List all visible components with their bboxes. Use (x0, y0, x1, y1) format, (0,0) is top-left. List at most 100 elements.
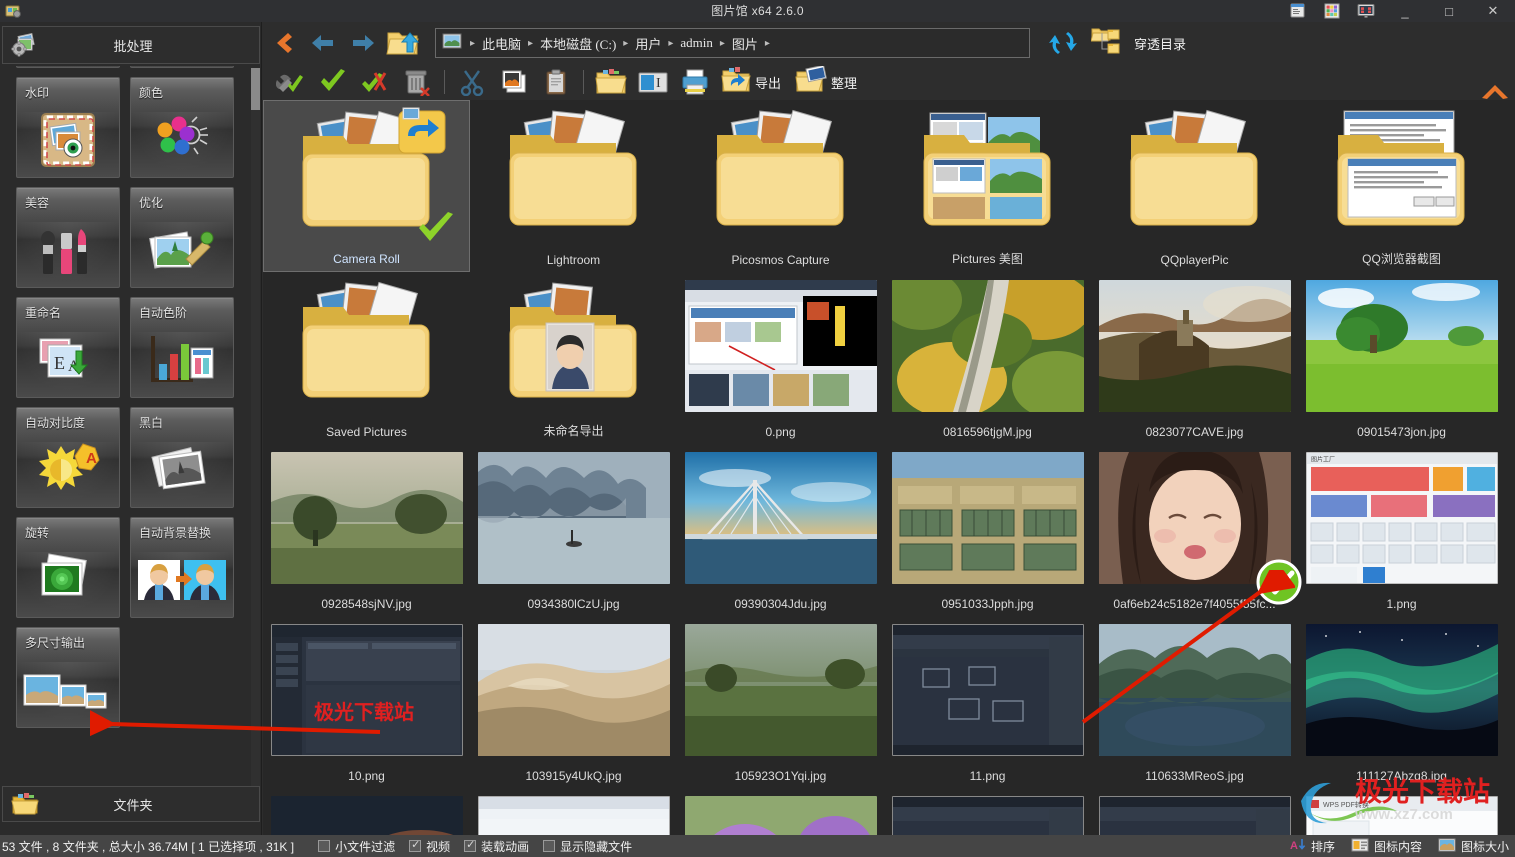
folder-section-button[interactable]: 文件夹 (2, 786, 260, 822)
grid-item-partial-2[interactable] (677, 788, 884, 835)
tool-label: 自动背景替换 (139, 526, 212, 540)
grid-item-partial-4[interactable] (1091, 788, 1298, 835)
tool-card-beauty[interactable]: 美容 (16, 187, 120, 288)
grid-item-10png[interactable]: 极光下载站 10.png (263, 616, 470, 788)
passthrough-directory-button[interactable]: 穿透目录 (1090, 28, 1186, 58)
tool-card-folder-page[interactable] (16, 66, 120, 68)
breadcrumb-item-1[interactable]: 本地磁盘 (C:) (537, 32, 619, 55)
maximize-button[interactable]: □ (1427, 0, 1471, 22)
icon-size-button[interactable]: 图标大小 (1438, 838, 1509, 855)
load-animation-checkbox[interactable]: 装载动画 (464, 838, 529, 855)
refresh-button[interactable] (1046, 27, 1080, 59)
print-button[interactable] (675, 65, 715, 99)
tool-card-auto-levels[interactable]: 自动色阶 (130, 297, 234, 398)
grid-item-111127Abzq8[interactable]: 111127Abzq8.jpg (1298, 616, 1505, 788)
icon-content-button[interactable]: 图标内容 (1351, 838, 1422, 855)
grid-item-qq-browser-screenshots[interactable]: QQ浏览器截图 (1298, 100, 1505, 272)
folder-icon (3, 787, 47, 821)
tool-card-multi-size-output[interactable]: 多尺寸输出 (16, 627, 120, 728)
select-all-button[interactable] (313, 65, 353, 99)
crumb-separator: ▸ (528, 37, 534, 49)
auto-background-replace-icon (131, 549, 233, 611)
action-toolbar: I 导出 整理 (271, 64, 865, 100)
checkbox-box[interactable] (318, 840, 331, 852)
grid-item-0951033Jpph[interactable]: 0951033Jpph.jpg (884, 444, 1091, 616)
tool-card-watermark[interactable]: 水印 (16, 77, 120, 178)
copy-image-button[interactable] (494, 65, 534, 99)
minimize-button[interactable]: _ (1383, 0, 1427, 22)
grid-item-qqplayerpic[interactable]: QQplayerPic (1091, 100, 1298, 272)
grid-item-lightroom[interactable]: Lightroom (470, 100, 677, 272)
settings-apply-button[interactable] (271, 65, 311, 99)
organize-button[interactable]: 整理 (791, 64, 865, 99)
grid-item-105923O1Yqi[interactable]: 105923O1Yqi.jpg (677, 616, 884, 788)
left-panel-scrollbar[interactable] (251, 68, 260, 820)
grid-item-0png[interactable]: 0.png (677, 272, 884, 444)
grid-item-103915y4UkQ[interactable]: 103915y4UkQ.jpg (470, 616, 677, 788)
grid-item-0823077CAVE[interactable]: 0823077CAVE.jpg (1091, 272, 1298, 444)
breadcrumb-item-2[interactable]: 用户 (632, 32, 664, 55)
color-palette-icon[interactable] (1315, 0, 1349, 22)
grid-item-saved-pictures[interactable]: Saved Pictures (263, 272, 470, 444)
address-bar[interactable]: ▸ 此电脑 ▸ 本地磁盘 (C:) ▸ 用户 ▸ admin ▸ 图片 ▸ (435, 28, 1030, 58)
grid-item-11png[interactable]: 11.png (884, 616, 1091, 788)
tool-card-scanner[interactable] (130, 66, 234, 68)
video-checkbox[interactable]: 视频 (409, 838, 450, 855)
scanner-icon (131, 66, 233, 67)
tool-card-rename[interactable]: 重命名 E A (16, 297, 120, 398)
export-folder-icon (721, 66, 751, 99)
grid-item-09015473jon[interactable]: 09015473jon.jpg (1298, 272, 1505, 444)
checkbox-box[interactable] (464, 838, 477, 852)
sort-label: 排序 (1310, 839, 1335, 854)
breadcrumb-item-4[interactable]: 图片 (729, 32, 761, 55)
delete-button[interactable] (397, 65, 437, 99)
grid-item-picosmos-capture[interactable]: Picosmos Capture (677, 100, 884, 272)
new-folder-button[interactable] (591, 65, 631, 99)
filter-small-files-checkbox[interactable]: 小文件过滤 (318, 838, 395, 855)
breadcrumb-item-0[interactable]: 此电脑 (479, 32, 524, 55)
grid-item-partial-5[interactable]: WPS PDF转换 (1298, 788, 1505, 835)
paste-button[interactable] (536, 65, 576, 99)
tool-card-auto-contrast[interactable]: 自动对比度 A (16, 407, 120, 508)
grid-item-partial-1[interactable]: 极光下载站 (470, 788, 677, 835)
show-hidden-files-checkbox[interactable]: 显示隐藏文件 (543, 838, 632, 855)
tool-card-auto-bg-replace[interactable]: 自动背景替换 (130, 517, 234, 618)
grid-item-partial-3[interactable] (884, 788, 1091, 835)
grid-item-110633MReoS[interactable]: 110633MReoS.jpg (1091, 616, 1298, 788)
grid-item-0af6eb24-portrait[interactable]: 0af6eb24c5182e7f4055f55fc... (1091, 444, 1302, 616)
grid-item-0816596tjgM[interactable]: 0816596tjgM.jpg (884, 272, 1091, 444)
export-button[interactable]: 导出 (717, 65, 789, 99)
thumbnail (884, 620, 1091, 760)
file-grid[interactable]: Camera Roll Lightroom Picosmos Capture P… (263, 100, 1515, 835)
close-button[interactable]: ✕ (1471, 0, 1515, 22)
grid-item-0934380lCzU[interactable]: 0934380lCzU.jpg (470, 444, 677, 616)
forward-button[interactable] (343, 23, 383, 63)
document-info-icon[interactable] (1281, 0, 1315, 22)
checkbox-box[interactable] (409, 838, 422, 852)
svg-text:图片工厂: 图片工厂 (1311, 456, 1335, 464)
grid-item-unnamed-export[interactable]: 未命名导出 (470, 272, 677, 444)
thumbnail (470, 276, 677, 416)
checkbox-box[interactable] (543, 840, 556, 852)
breadcrumb-item-3[interactable]: admin (677, 33, 716, 53)
tool-card-rotate[interactable]: 旋转 (16, 517, 120, 618)
rename-box-button[interactable]: I (633, 65, 673, 99)
grid-item-pictures-meitu[interactable]: Pictures 美图 (884, 100, 1091, 272)
back-button[interactable] (303, 23, 343, 63)
tool-card-black-white[interactable]: 黑白 (130, 407, 234, 508)
tool-card-optimize[interactable]: 优化 (130, 187, 234, 288)
cut-button[interactable] (452, 65, 492, 99)
monitor-icon[interactable] (1349, 0, 1383, 22)
sort-button[interactable]: A 排序 (1290, 838, 1335, 855)
grid-item-0928548sjNV[interactable]: 0928548sjNV.jpg (263, 444, 470, 616)
batch-process-header[interactable]: 批处理 (2, 26, 260, 64)
back-orange-button[interactable] (263, 23, 303, 63)
grid-item-1png[interactable]: 图片工厂 1.png (1298, 444, 1505, 616)
up-folder-button[interactable] (383, 23, 423, 63)
deselect-button[interactable] (355, 65, 395, 99)
grid-item-partial-0[interactable] (263, 788, 470, 835)
tool-card-color[interactable]: 颜色 (130, 77, 234, 178)
scrollbar-thumb[interactable] (251, 68, 260, 110)
grid-item-camera-roll[interactable]: Camera Roll (263, 100, 470, 272)
grid-item-09390304Jdu[interactable]: 09390304Jdu.jpg (677, 444, 884, 616)
